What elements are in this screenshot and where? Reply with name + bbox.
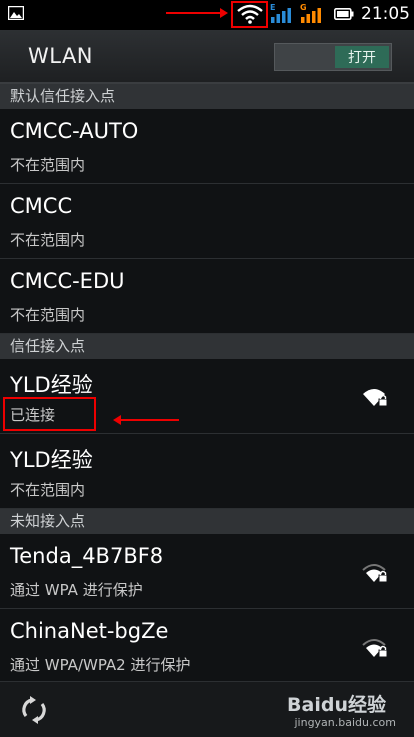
network-status: 通过 WPA/WPA2 进行保护 (10, 656, 191, 674)
network-name: CMCC (10, 194, 73, 218)
wifi-lock-icon (363, 389, 388, 407)
network-item[interactable]: CMCC 不在范围内 (0, 184, 414, 259)
image-notification-icon (8, 6, 24, 20)
network-status: 不在范围内 (10, 156, 86, 174)
network-status: 不在范围内 (10, 231, 86, 249)
network-status: 不在范围内 (10, 481, 86, 499)
network-name: CMCC-EDU (10, 269, 125, 293)
wifi-lock-icon (362, 564, 388, 583)
network-name: Tenda_4B7BF8 (10, 544, 164, 568)
battery-icon (334, 8, 354, 20)
watermark-brand: Baidu经验 (287, 694, 386, 716)
toggle-on-label: 打开 (335, 46, 389, 68)
annotation-highlight-box (231, 1, 268, 28)
bottom-action-bar: Baidu经验 jingyan.baidu.com (0, 681, 414, 737)
network-name: YLD经验 (10, 373, 93, 397)
annotation-arrow (166, 8, 228, 18)
refresh-icon[interactable] (18, 694, 50, 726)
wlan-header: WLAN 打开 (0, 30, 414, 84)
network-item[interactable]: CMCC-EDU 不在范围内 (0, 259, 414, 334)
status-time: 21:05 (361, 4, 410, 24)
watermark-url: jingyan.baidu.com (294, 716, 396, 729)
network-name: CMCC-AUTO (10, 119, 139, 143)
section-header-unknown: 未知接入点 (0, 509, 414, 534)
network-name: ChinaNet-bgZe (10, 619, 169, 643)
network-status: 通过 WPA 进行保护 (10, 581, 143, 599)
annotation-arrow (113, 415, 179, 425)
network-item[interactable]: Tenda_4B7BF8 通过 WPA 进行保护 (0, 534, 414, 609)
wlan-toggle[interactable]: 打开 (274, 43, 392, 71)
section-header-default-trusted: 默认信任接入点 (0, 84, 414, 109)
network-item[interactable]: ChinaNet-bgZe 通过 WPA/WPA2 进行保护 (0, 609, 414, 681)
network-status: 不在范围内 (10, 306, 86, 324)
network-item[interactable]: CMCC-AUTO 不在范围内 (0, 109, 414, 184)
annotation-highlight-box (3, 397, 96, 431)
wifi-lock-icon (362, 639, 388, 658)
network-name: YLD经验 (10, 448, 93, 472)
sim1-signal-icon (271, 8, 291, 23)
status-bar: E G 21:05 (0, 0, 414, 30)
page-title: WLAN (28, 44, 94, 68)
network-item-connected[interactable]: YLD经验 已连接 (0, 359, 414, 434)
sim2-signal-icon (301, 8, 321, 23)
network-item[interactable]: YLD经验 不在范围内 (0, 434, 414, 509)
section-header-trusted: 信任接入点 (0, 334, 414, 359)
